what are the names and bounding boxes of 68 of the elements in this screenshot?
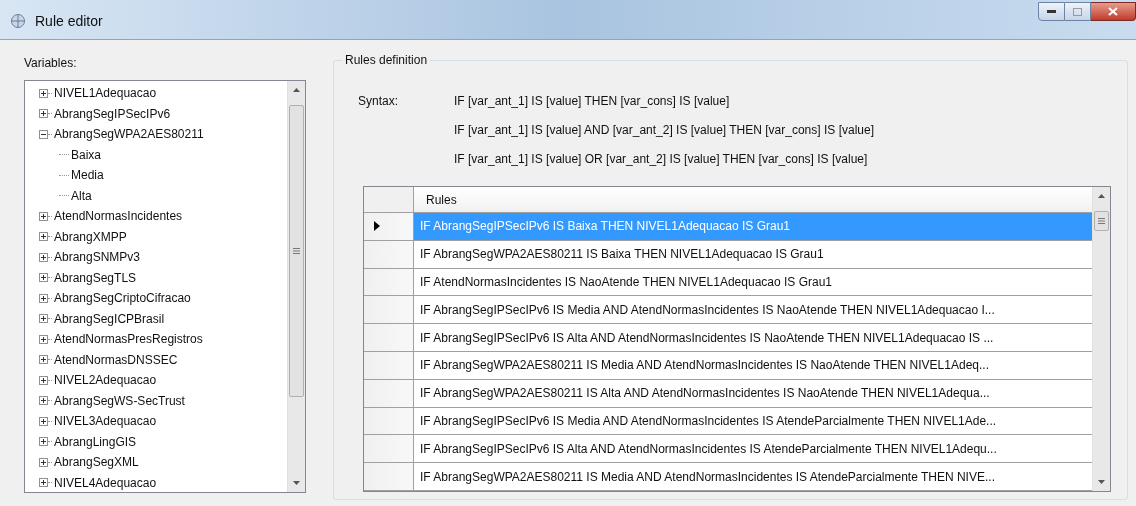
syntax-label: Syntax: (358, 93, 400, 110)
expand-icon[interactable] (39, 457, 48, 467)
rule-cell[interactable]: IF AbrangSegIPSecIPv6 IS Media AND AtendNormasIncidentes IS AtendeParcialmente THEN NIVEL1Ade... (414, 407, 1092, 435)
close-button[interactable] (1091, 2, 1136, 21)
tree-item[interactable]: AbrangSegWPA2AES80211 (54, 126, 204, 143)
minimize-icon (1047, 10, 1056, 13)
expand-icon[interactable] (39, 355, 48, 365)
syntax-line: IF [var_ant_1] IS [value] THEN [var_cons] IS [value] (454, 93, 731, 109)
rule-cell[interactable]: IF AbrangSegIPSecIPv6 IS Alta AND AtendNormasIncidentes IS NaoAtende THEN NIVEL1Adequacao IS ... (414, 324, 1092, 351)
variables-tree[interactable] (24, 80, 306, 493)
rule-cell[interactable]: IF AbrangSegWPA2AES80211 IS Alta AND AtendNormasIncidentes IS NaoAtende THEN NIVEL1Adequa... (414, 379, 1092, 407)
window-title: Rule editor (35, 13, 103, 29)
expand-icon[interactable] (39, 88, 48, 98)
expand-icon[interactable] (39, 396, 48, 406)
tree-item[interactable]: AbrangSegICPBrasil (54, 310, 165, 327)
syntax-line: IF [var_ant_1] IS [value] AND [var_ant_2] IS [value] THEN [var_cons] IS [value] (454, 122, 874, 138)
scroll-up-icon[interactable] (1098, 194, 1105, 198)
tree-item[interactable]: NIVEL1Adequacao (54, 85, 157, 102)
rule-cell[interactable]: IF AbrangSegIPSecIPv6 IS Alta AND AtendNormasIncidentes IS AtendeParcialmente THEN NIVEL1Adequ... (414, 435, 1092, 463)
tree-item[interactable]: AbrangLingGIS (54, 433, 137, 450)
tree-item[interactable]: AbrangSegIPSecIPv6 (54, 105, 171, 122)
expand-icon[interactable] (39, 252, 48, 262)
variables-label: Variables: (24, 56, 78, 70)
tree-item[interactable]: AbrangSegXML (54, 454, 139, 471)
scroll-down-icon[interactable] (293, 481, 300, 485)
syntax-line: IF [var_ant_1] IS [value] OR [var_ant_2] IS [value] THEN [var_cons] IS [value] (454, 151, 869, 167)
tree-item[interactable]: NIVEL3Adequacao (54, 413, 157, 430)
close-icon (1108, 7, 1118, 16)
expand-icon[interactable] (39, 109, 48, 119)
tree-item[interactable]: Media (71, 167, 104, 184)
tree-item[interactable]: AtendNormasIncidentes (54, 208, 183, 225)
scroll-thumb[interactable] (289, 105, 304, 397)
tree-item[interactable]: AbrangXMPP (54, 228, 127, 245)
expand-icon[interactable] (39, 232, 48, 242)
scroll-up-icon[interactable] (293, 88, 300, 92)
tree-item[interactable]: Alta (71, 187, 92, 204)
rule-cell[interactable]: IF AbrangSegWPA2AES80211 IS Media AND AtendNormasIncidentes IS AtendeParcialmente THEN NIVE... (414, 463, 1092, 490)
tree-item[interactable]: NIVEL2Adequacao (54, 372, 157, 389)
minimize-button[interactable] (1038, 2, 1065, 21)
expand-icon[interactable] (39, 293, 48, 303)
rule-cell[interactable]: IF AbrangSegIPSecIPv6 IS Media AND AtendNormasIncidentes IS NaoAtende THEN NIVEL1Adequacao I... (414, 296, 1092, 324)
maximize-icon (1073, 7, 1082, 16)
expand-icon[interactable] (39, 478, 48, 488)
tree-item[interactable]: AtendNormasPresRegistros (54, 331, 203, 348)
window-icon (10, 13, 26, 29)
tree-item[interactable]: AbrangSNMPv3 (54, 249, 141, 266)
tree-item[interactable]: AtendNormasDNSSEC (54, 351, 178, 368)
rule-cell[interactable]: IF AbrangSegWPA2AES80211 IS Baixa THEN NIVEL1Adequacao IS Grau1 (414, 240, 1092, 268)
group-title: Rules definition (342, 53, 431, 67)
tree-item[interactable]: AbrangSegWS-SecTrust (54, 392, 185, 409)
tree-item[interactable]: AbrangSegCriptoCifracao (54, 290, 191, 307)
expand-icon[interactable] (39, 273, 48, 283)
tree-item[interactable]: NIVEL4Adequacao (54, 474, 157, 491)
tree-item[interactable]: Baixa (71, 146, 102, 163)
expand-icon[interactable] (39, 437, 48, 447)
scroll-down-icon[interactable] (1098, 480, 1105, 484)
collapse-icon[interactable] (39, 129, 48, 139)
expand-icon[interactable] (39, 375, 48, 385)
scroll-thumb[interactable] (1094, 211, 1109, 231)
scrollbar[interactable] (1092, 187, 1110, 491)
tree-item[interactable]: AbrangSegTLS (54, 269, 137, 286)
expand-icon[interactable] (39, 211, 48, 221)
expand-icon[interactable] (39, 334, 48, 344)
expand-icon[interactable] (39, 416, 48, 426)
rule-cell[interactable]: IF AtendNormasIncidentes IS NaoAtende THEN NIVEL1Adequacao IS Grau1 (414, 268, 1092, 296)
rule-cell[interactable]: IF AbrangSegWPA2AES80211 IS Media AND AtendNormasIncidentes IS NaoAtende THEN NIVEL1Adeq... (414, 352, 1092, 379)
expand-icon[interactable] (39, 314, 48, 324)
scrollbar[interactable] (287, 81, 305, 492)
